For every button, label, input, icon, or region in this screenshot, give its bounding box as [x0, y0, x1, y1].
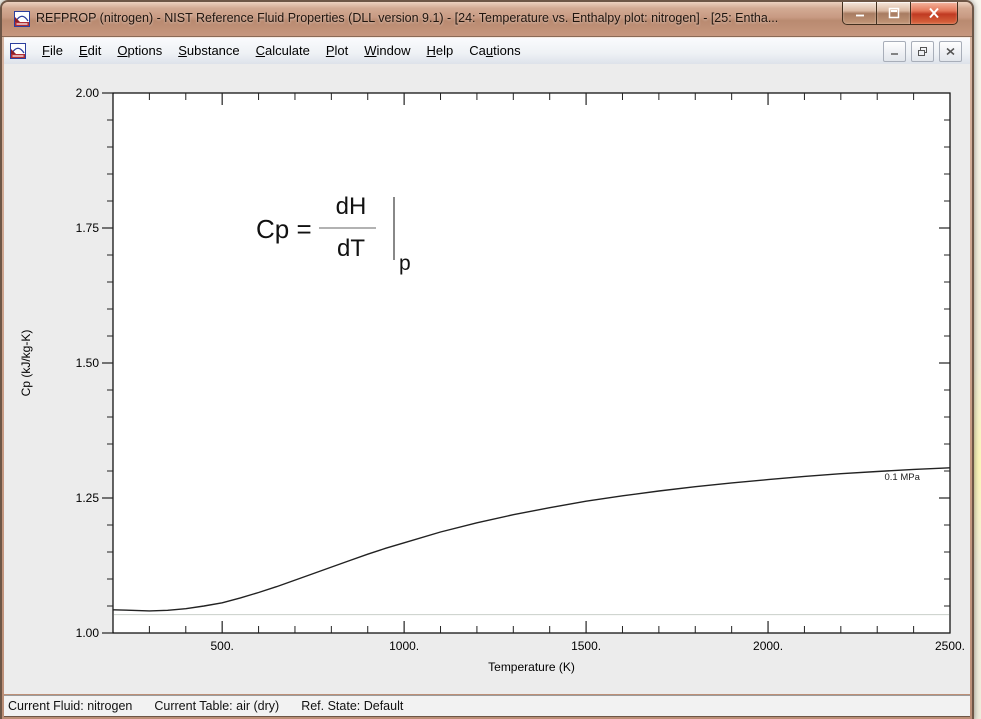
mdi-child-icon[interactable]	[10, 43, 26, 59]
svg-text:dT: dT	[337, 235, 365, 262]
status-current-fluid: Current Fluid: nitrogen	[8, 699, 132, 713]
caption-buttons	[842, 2, 958, 25]
close-icon	[927, 7, 941, 19]
close-button[interactable]	[911, 2, 958, 25]
menu-item-options[interactable]: Options	[109, 40, 170, 62]
menu-items: FileEditOptionsSubstanceCalculatePlotWin…	[34, 40, 529, 62]
x-tick-label: 1500.	[571, 639, 601, 653]
y-tick-label: 1.00	[76, 626, 100, 640]
mdi-minimize-icon	[889, 46, 900, 57]
menu-item-substance[interactable]: Substance	[170, 40, 247, 62]
refprop-app-icon	[14, 11, 30, 27]
menu-item-calculate[interactable]: Calculate	[248, 40, 318, 62]
x-tick-label: 2000.	[753, 639, 783, 653]
refprop-window: REFPROP (nitrogen) - NIST Reference Flui…	[0, 0, 974, 719]
x-tick-label: 2500.	[935, 639, 965, 653]
menu-item-plot[interactable]: Plot	[318, 40, 356, 62]
statusbar: Current Fluid: nitrogen Current Table: a…	[4, 695, 970, 717]
svg-text:dH: dH	[336, 193, 367, 220]
y-tick-label: 1.75	[76, 221, 100, 235]
window-title: REFPROP (nitrogen) - NIST Reference Flui…	[36, 2, 778, 36]
minimize-button[interactable]	[842, 2, 876, 25]
y-tick-label: 1.50	[76, 356, 100, 370]
svg-text:Cp =: Cp =	[256, 214, 312, 244]
mdi-restore-icon	[917, 46, 928, 57]
menu-item-cautions[interactable]: Cautions	[461, 40, 528, 62]
x-axis-label: Temperature (K)	[488, 660, 575, 674]
y-tick-label: 1.25	[76, 491, 100, 505]
titlebar[interactable]: REFPROP (nitrogen) - NIST Reference Flui…	[2, 2, 972, 37]
menu-item-file[interactable]: File	[34, 40, 71, 62]
desktop: REFPROP (nitrogen) - NIST Reference Flui…	[0, 0, 981, 719]
y-axis-label: Cp (kJ/kg-K)	[19, 330, 33, 397]
x-tick-label: 500.	[210, 639, 233, 653]
series-label: 0.1 MPa	[884, 472, 920, 483]
status-ref-state: Ref. State: Default	[301, 699, 403, 713]
mdi-window-buttons	[883, 41, 962, 62]
menubar: FileEditOptionsSubstanceCalculatePlotWin…	[4, 37, 970, 65]
maximize-button[interactable]	[876, 2, 911, 25]
minimize-icon	[853, 7, 867, 19]
plot-frame	[113, 93, 950, 633]
mdi-close-button[interactable]	[939, 41, 962, 62]
mdi-restore-button[interactable]	[911, 41, 934, 62]
y-tick-label: 2.00	[76, 86, 100, 100]
menu-item-help[interactable]: Help	[419, 40, 462, 62]
mdi-minimize-button[interactable]	[883, 41, 906, 62]
menu-item-edit[interactable]: Edit	[71, 40, 109, 62]
maximize-icon	[887, 7, 901, 19]
x-tick-label: 1000.	[389, 639, 419, 653]
svg-text:p: p	[399, 252, 411, 275]
mdi-close-icon	[945, 46, 956, 57]
cp-temperature-plot[interactable]: 500. 1000. 1500. 2000. 2500. 1.00 1.25 1.50 1.75…	[4, 64, 970, 694]
status-current-table: Current Table: air (dry)	[154, 699, 279, 713]
plot-window-client: 500. 1000. 1500. 2000. 2500. 1.00 1.25 1.50 1.75…	[4, 64, 970, 694]
menu-item-window[interactable]: Window	[356, 40, 418, 62]
